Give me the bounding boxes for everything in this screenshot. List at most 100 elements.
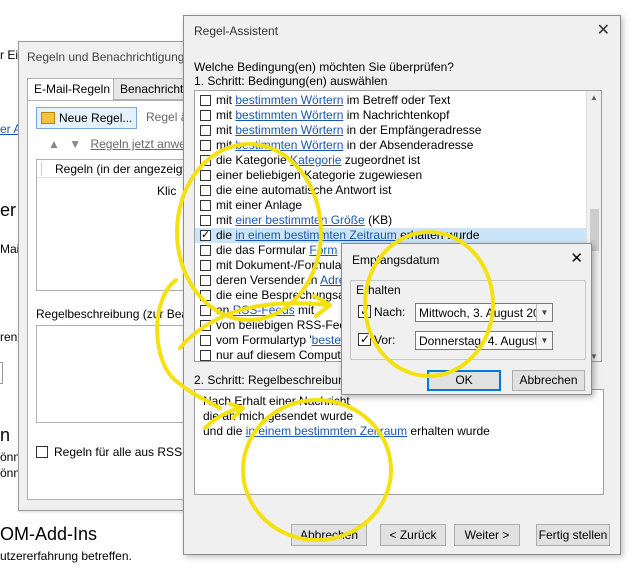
after-date-picker[interactable]: Mittwoch, 3. August 2022 ▼ <box>415 303 553 322</box>
condition-row[interactable]: mit bestimmten Wörtern im Nachrichtenkop… <box>195 108 587 123</box>
condition-checkbox[interactable] <box>200 275 211 286</box>
rule-description-area: Nach Erhalt einer Nachricht die an mich … <box>194 389 604 495</box>
condition-checkbox[interactable] <box>200 155 211 166</box>
condition-checkbox[interactable] <box>200 200 211 211</box>
bg-heading-fragment: n <box>0 425 11 445</box>
addins-subtext: utzererfahrung betreffen. <box>0 549 132 563</box>
wizard-step1-label: 1. Schritt: Bedingung(en) auswählen <box>194 74 388 88</box>
rss-rules-row[interactable]: Regeln für alle aus RSS-Fe <box>36 445 200 459</box>
tab-email-rules[interactable]: E-Mail-Regeln <box>27 78 118 102</box>
finish-button[interactable]: Fertig stellen <box>536 524 610 546</box>
condition-link[interactable]: bestimmten Wörtern <box>235 138 343 152</box>
condition-checkbox[interactable] <box>200 320 211 331</box>
desc-line-1: Nach Erhalt einer Nachricht <box>203 394 350 408</box>
before-checkbox[interactable] <box>358 332 371 346</box>
condition-text: die eine automatische Antwort ist <box>216 183 392 197</box>
condition-link[interactable]: Kategorie <box>290 153 341 167</box>
move-up-icon[interactable]: ▲ <box>48 137 60 151</box>
condition-link[interactable]: Form <box>309 243 337 257</box>
rules-notifications-window: Regeln und Benachrichtigungen E-Mail-Reg… <box>18 41 207 511</box>
condition-text: mit <box>216 93 236 107</box>
chevron-down-icon[interactable]: ▼ <box>536 332 552 349</box>
before-date-picker[interactable]: Donnerstag, 4. August 2022 ▼ <box>415 331 553 350</box>
condition-row[interactable]: mit bestimmten Wörtern im Betreff oder T… <box>195 93 587 108</box>
rss-rules-checkbox[interactable] <box>36 446 48 458</box>
condition-row[interactable]: die in einem bestimmten Zeitraum erhalte… <box>195 228 587 243</box>
cancel-button[interactable]: Abbrechen <box>291 524 367 546</box>
condition-text: deren Versender in <box>216 273 321 287</box>
condition-text-suffix: in der Absenderadresse <box>343 138 474 152</box>
condition-checkbox[interactable] <box>200 228 211 243</box>
condition-checkbox[interactable] <box>200 290 211 301</box>
condition-text: von beliebigen RSS-Feeds <box>216 318 359 332</box>
condition-text-suffix: in der Empfängeradresse <box>343 123 482 137</box>
condition-row[interactable]: die eine automatische Antwort ist <box>195 183 587 198</box>
date-cancel-button[interactable]: Abbrechen <box>512 370 585 391</box>
condition-checkbox[interactable] <box>200 170 211 181</box>
received-date-dialog: Empfangsdatum ✕ Erhalten Nach: Mittwoch,… <box>341 243 592 395</box>
condition-row[interactable]: mit einer Anlage <box>195 198 587 213</box>
next-button[interactable]: Weiter > <box>454 524 520 546</box>
bg-text-fragment: Mai <box>0 242 20 256</box>
before-label: Vor: <box>374 333 396 347</box>
move-down-icon[interactable]: ▼ <box>69 137 81 151</box>
condition-text: die eine Besprechungsan <box>216 288 352 302</box>
condition-row[interactable]: mit bestimmten Wörtern in der Empfängera… <box>195 123 587 138</box>
condition-link[interactable]: bestimmten Wörtern <box>235 108 343 122</box>
condition-checkbox[interactable] <box>200 335 211 346</box>
condition-text-suffix: im Betreff oder Text <box>343 93 451 107</box>
condition-text: die Kategorie <box>216 153 291 167</box>
condition-link[interactable]: bestimmten Wörtern <box>235 123 343 137</box>
condition-checkbox[interactable] <box>200 95 211 106</box>
ok-button[interactable]: OK <box>427 370 501 391</box>
condition-text: mit einer Anlage <box>216 198 303 212</box>
wizard-question: Welche Bedingung(en) möchten Sie überprü… <box>194 60 454 74</box>
condition-row[interactable]: die Kategorie Kategorie zugeordnet ist <box>195 153 587 168</box>
condition-text-suffix: im Nachrichtenkopf <box>343 108 450 122</box>
desc-line-2: die an mich gesendet wurde <box>203 409 354 423</box>
time-range-link[interactable]: in einem bestimmten Zeitraum <box>246 424 407 438</box>
condition-checkbox[interactable] <box>200 245 211 256</box>
scroll-up-icon[interactable]: ▲ <box>590 93 598 102</box>
back-button[interactable]: < Zurück <box>380 524 446 546</box>
after-checkbox[interactable] <box>358 304 371 318</box>
condition-checkbox[interactable] <box>200 350 211 361</box>
rules-list-header[interactable]: Regeln (in der angezeigt <box>37 160 201 178</box>
rules-list[interactable]: Regeln (in der angezeigt Klic <box>36 159 201 291</box>
addins-heading: OM-Add-Ins <box>0 524 98 544</box>
condition-link[interactable]: bestimmten Wörtern <box>235 93 343 107</box>
rule-description-label: Regelbeschreibung (zur Bearb <box>36 307 199 321</box>
condition-checkbox[interactable] <box>200 260 211 271</box>
wizard-title: Regel-Assistent <box>194 24 279 38</box>
rules-tab-panel: Neue Regel... Regel ände ▲ ▼ Regeln jetz… <box>27 100 207 500</box>
condition-checkbox[interactable] <box>200 140 211 151</box>
close-icon[interactable]: ✕ <box>570 249 583 267</box>
after-label: Nach: <box>374 305 406 319</box>
new-rule-icon <box>41 112 55 124</box>
condition-row[interactable]: einer beliebigen Kategorie zugewiesen <box>195 168 587 183</box>
desc-line-3: und die in einem bestimmten Zeitraum erh… <box>203 424 490 438</box>
after-date-value: Mittwoch, 3. August 2022 <box>419 306 553 320</box>
condition-checkbox[interactable] <box>200 110 211 121</box>
received-group-label: Erhalten <box>354 283 403 297</box>
new-rule-button[interactable]: Neue Regel... <box>36 107 138 129</box>
rule-description-box <box>36 325 200 423</box>
condition-checkbox[interactable] <box>200 125 211 136</box>
condition-text: einer beliebigen Kategorie zugewiesen <box>216 168 423 182</box>
condition-text-suffix: zugeordnet ist <box>341 153 421 167</box>
condition-checkbox[interactable] <box>200 185 211 196</box>
chevron-down-icon[interactable]: ▼ <box>536 304 552 321</box>
condition-text: mit <box>216 123 236 137</box>
condition-link[interactable]: in einem bestimmten Zeitraum <box>235 228 396 242</box>
close-icon[interactable]: ✕ <box>597 20 610 40</box>
condition-row[interactable]: mit einer bestimmten Größe (KB) <box>195 213 587 228</box>
condition-text-suffix: (KB) <box>364 213 393 227</box>
condition-text: mit <box>216 213 236 227</box>
condition-link[interactable]: beste <box>312 333 341 347</box>
apply-rules-now-link[interactable]: Regeln jetzt anwen <box>90 137 192 151</box>
condition-link[interactable]: RSS-Feeds <box>233 303 295 317</box>
condition-checkbox[interactable] <box>200 215 211 226</box>
condition-link[interactable]: einer bestimmten Größe <box>235 213 364 227</box>
condition-row[interactable]: mit bestimmten Wörtern in der Absenderad… <box>195 138 587 153</box>
condition-checkbox[interactable] <box>200 305 211 316</box>
